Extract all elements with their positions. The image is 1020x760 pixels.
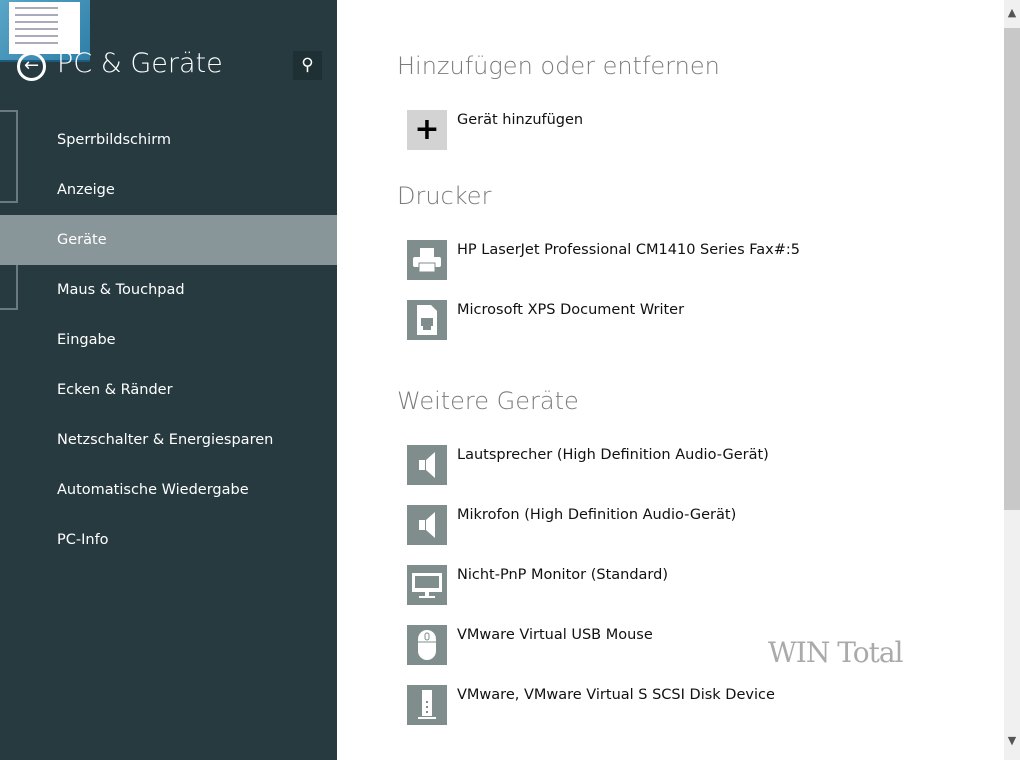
device-item[interactable]: VMware, VMware Virtual S SCSI Disk Devic…	[407, 685, 775, 725]
section-heading-other-devices: Weitere Geräte	[397, 387, 579, 415]
page-title: PC & Geräte	[57, 48, 223, 79]
add-device-label: Gerät hinzufügen	[457, 112, 584, 128]
section-heading-add: Hinzufügen oder entfernen	[397, 52, 720, 80]
device-item[interactable]: HP LaserJet Professional CM1410 Series F…	[407, 240, 800, 280]
monitor-icon	[407, 565, 447, 605]
sidebar-item-eingabe[interactable]: Eingabe	[0, 315, 337, 365]
sidebar-item-geraete[interactable]: Geräte	[0, 215, 337, 265]
printer-icon	[407, 240, 447, 280]
sidebar-item-maus-touchpad[interactable]: Maus & Touchpad	[0, 265, 337, 315]
plus-icon: +	[407, 110, 447, 150]
device-item[interactable]: Microsoft XPS Document Writer	[407, 300, 684, 340]
device-item[interactable]: Nicht-PnP Monitor (Standard)	[407, 565, 668, 605]
sidebar-item-netzschalter[interactable]: Netzschalter & Energiesparen	[0, 415, 337, 465]
sidebar: ← PC & Geräte ⚲ Sperrbildschirm Anzeige …	[0, 0, 337, 760]
disk-icon	[407, 685, 447, 725]
sidebar-item-ecken-raender[interactable]: Ecken & Ränder	[0, 365, 337, 415]
sidebar-item-automatische-wiedergabe[interactable]: Automatische Wiedergabe	[0, 465, 337, 515]
speaker-icon	[407, 445, 447, 485]
scroll-up-icon[interactable]: ▲	[1004, 6, 1020, 19]
section-heading-printers: Drucker	[397, 182, 492, 210]
scroll-down-icon[interactable]: ▼	[1004, 734, 1020, 747]
add-device-button[interactable]: + Gerät hinzufügen	[407, 110, 583, 150]
device-item[interactable]: VMware Virtual USB Mouse	[407, 625, 653, 665]
main-content: Hinzufügen oder entfernen + Gerät hinzuf…	[337, 0, 1004, 760]
device-item[interactable]: Mikrofon (High Definition Audio-Gerät)	[407, 505, 736, 545]
speaker-icon	[407, 505, 447, 545]
device-item[interactable]: Lautsprecher (High Definition Audio-Gerä…	[407, 445, 769, 485]
search-icon[interactable]: ⚲	[293, 51, 322, 80]
device-label: VMware, VMware Virtual S SCSI Disk Devic…	[457, 687, 775, 703]
device-label: HP LaserJet Professional CM1410 Series F…	[457, 242, 800, 258]
device-label: Microsoft XPS Document Writer	[457, 302, 685, 318]
device-label: VMware Virtual USB Mouse	[457, 627, 653, 643]
back-arrow-icon[interactable]: ←	[17, 52, 46, 81]
mouse-icon	[407, 625, 447, 665]
sidebar-item-sperrbildschirm[interactable]: Sperrbildschirm	[0, 115, 337, 165]
sidebar-item-anzeige[interactable]: Anzeige	[0, 165, 337, 215]
scrollbar-thumb[interactable]	[1004, 28, 1020, 510]
watermark-logo: WIN Total	[768, 636, 903, 669]
device-label: Lautsprecher (High Definition Audio-Gerä…	[457, 447, 769, 463]
sidebar-item-pc-info[interactable]: PC-Info	[0, 515, 337, 565]
device-label: Mikrofon (High Definition Audio-Gerät)	[457, 507, 737, 523]
device-label: Nicht-PnP Monitor (Standard)	[457, 567, 668, 583]
document-printer-icon	[407, 300, 447, 340]
